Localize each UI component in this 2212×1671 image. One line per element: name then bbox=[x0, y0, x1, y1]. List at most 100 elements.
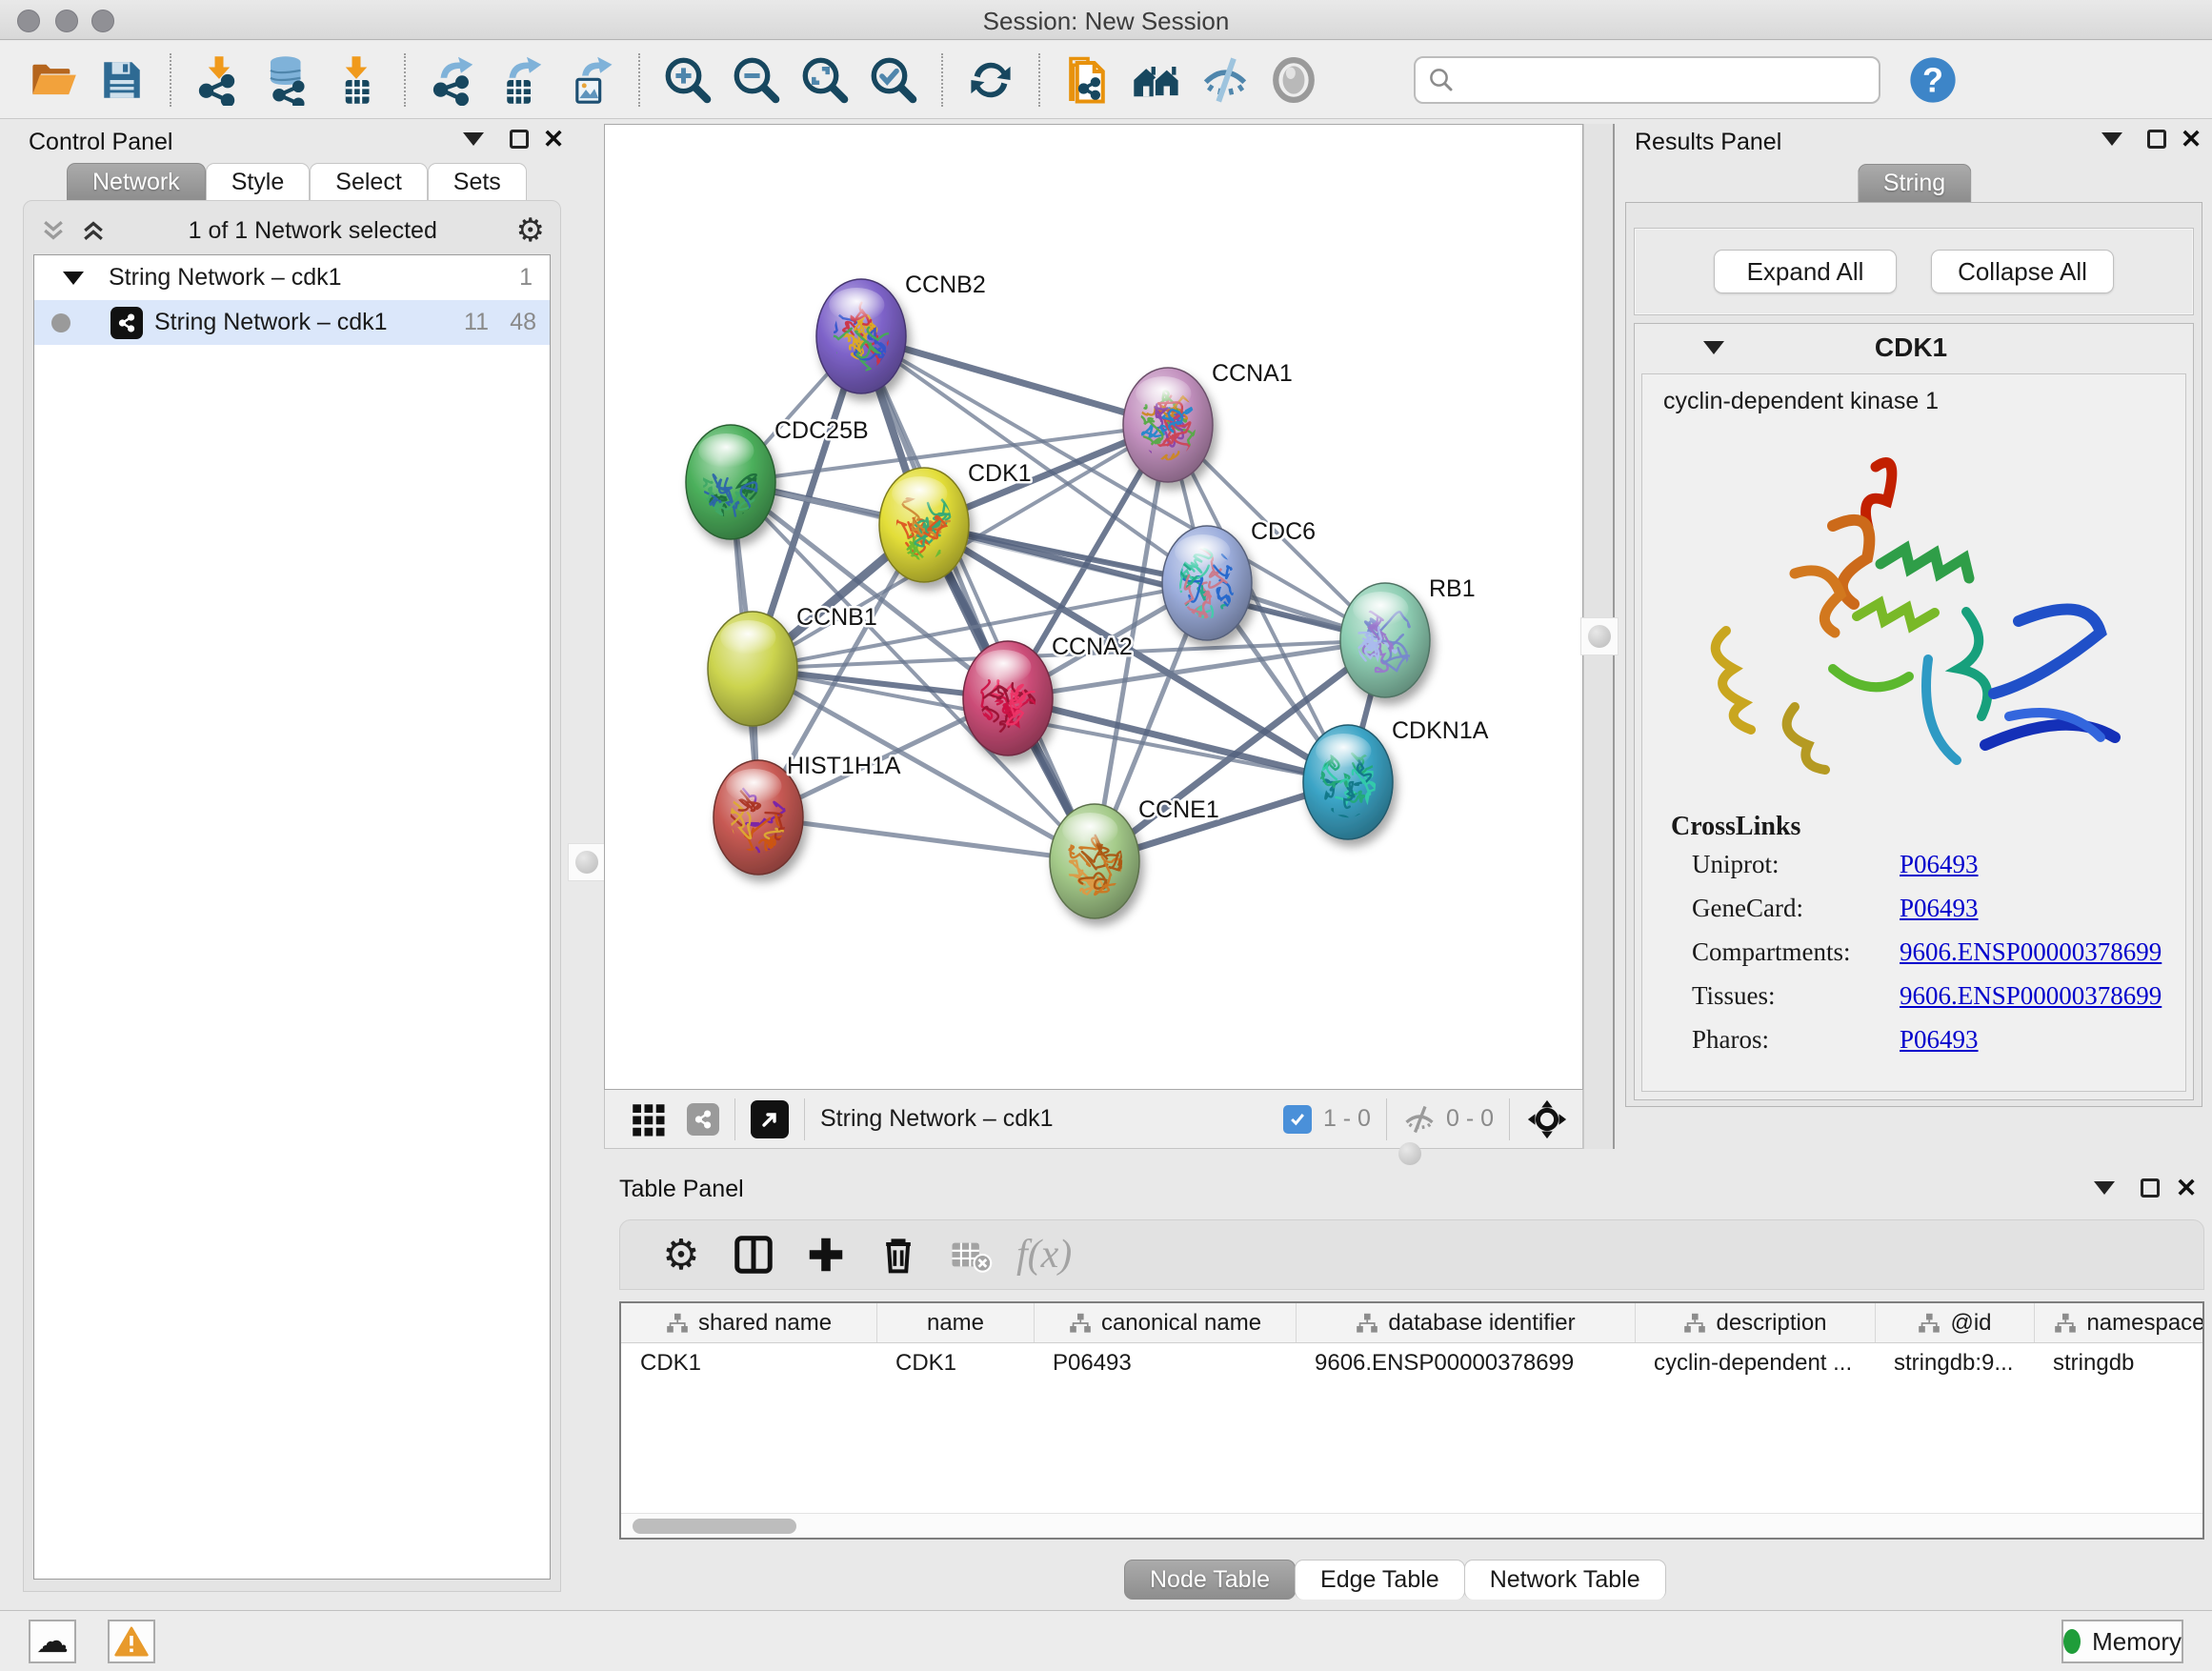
table-panel-close-button[interactable]: ✕ bbox=[2172, 1174, 2201, 1202]
delete-column-button[interactable] bbox=[872, 1228, 925, 1281]
crosslink-link[interactable]: P06493 bbox=[1900, 894, 1979, 923]
birdseye-view-button[interactable] bbox=[1266, 52, 1321, 108]
control-panel-menu-button[interactable] bbox=[459, 125, 488, 153]
export-table-button[interactable] bbox=[494, 52, 550, 108]
node-result-header[interactable]: CDK1 bbox=[1635, 324, 2193, 372]
table-cell[interactable]: cyclin-dependent ... bbox=[1635, 1343, 1875, 1383]
crosslink-link[interactable]: 9606.ENSP00000378699 bbox=[1900, 981, 2162, 1011]
memory-button[interactable]: Memory bbox=[2061, 1620, 2183, 1663]
collapse-all-button[interactable]: Collapse All bbox=[1931, 250, 2114, 293]
show-hide-graphics-button[interactable] bbox=[1197, 52, 1253, 108]
zoom-out-button[interactable] bbox=[729, 52, 784, 108]
selected-checkbox[interactable] bbox=[1283, 1105, 1312, 1134]
network-view-share-icon[interactable] bbox=[687, 1103, 719, 1136]
network-collection-row[interactable]: String Network – cdk1 1 bbox=[34, 255, 550, 300]
table-options-gear-icon[interactable]: ⚙ bbox=[654, 1228, 708, 1281]
tab-network[interactable]: Network bbox=[67, 163, 206, 201]
control-panel-close-button[interactable]: ✕ bbox=[539, 125, 568, 153]
tab-network-table[interactable]: Network Table bbox=[1464, 1560, 1666, 1600]
column-header-canonical-name[interactable]: canonical name bbox=[1034, 1303, 1296, 1342]
node-table[interactable]: shared namenamecanonical namedatabase id… bbox=[619, 1301, 2204, 1540]
show-columns-button[interactable] bbox=[727, 1228, 780, 1281]
column-header-namespace[interactable]: namespace bbox=[2034, 1303, 2204, 1342]
node-CDKN1A[interactable] bbox=[1303, 725, 1393, 839]
tab-node-table[interactable]: Node Table bbox=[1124, 1560, 1296, 1600]
node-RB1[interactable] bbox=[1340, 583, 1430, 697]
open-session-button[interactable] bbox=[26, 52, 81, 108]
table-cell[interactable]: P06493 bbox=[1034, 1343, 1296, 1383]
table-cell[interactable]: CDK1 bbox=[876, 1343, 1034, 1383]
import-table-button[interactable] bbox=[329, 52, 384, 108]
import-network-file-button[interactable] bbox=[191, 52, 247, 108]
left-splitter-handle[interactable] bbox=[568, 843, 606, 881]
create-column-button[interactable] bbox=[799, 1228, 853, 1281]
detach-view-button[interactable] bbox=[751, 1100, 789, 1138]
search-input[interactable] bbox=[1456, 67, 1867, 93]
tab-select[interactable]: Select bbox=[310, 163, 427, 201]
zoom-fit-button[interactable] bbox=[797, 52, 853, 108]
refresh-button[interactable] bbox=[963, 52, 1018, 108]
delete-table-button[interactable] bbox=[944, 1228, 997, 1281]
export-network-button[interactable] bbox=[426, 52, 481, 108]
help-button[interactable]: ? bbox=[1905, 52, 1961, 108]
edge-HIST1H1A-CCNE1[interactable] bbox=[758, 817, 1095, 861]
import-network-database-button[interactable] bbox=[260, 52, 315, 108]
zoom-in-button[interactable] bbox=[660, 52, 715, 108]
tab-string[interactable]: String bbox=[1858, 164, 1971, 202]
network-row[interactable]: String Network – cdk1 11 48 bbox=[34, 300, 550, 345]
save-session-button[interactable] bbox=[94, 52, 150, 108]
column-header-database-identifier[interactable]: database identifier bbox=[1296, 1303, 1635, 1342]
warnings-button[interactable] bbox=[108, 1620, 155, 1663]
tab-sets[interactable]: Sets bbox=[428, 163, 527, 201]
node-CCNE1[interactable] bbox=[1050, 804, 1139, 934]
crosslink-link[interactable]: 9606.ENSP00000378699 bbox=[1900, 937, 2162, 967]
node-CCNA1[interactable] bbox=[1120, 368, 1213, 482]
hidden-eye-icon[interactable] bbox=[1402, 1102, 1437, 1137]
export-image-button[interactable] bbox=[563, 52, 618, 108]
control-panel-float-button[interactable] bbox=[505, 125, 533, 153]
edge-CCNB2-CCNE1[interactable] bbox=[861, 336, 1095, 861]
tree-expand-caret-icon[interactable] bbox=[63, 272, 84, 285]
tab-edge-table[interactable]: Edge Table bbox=[1295, 1560, 1465, 1600]
column-header-description[interactable]: description bbox=[1635, 1303, 1875, 1342]
edge-CCNB2-CCNA1[interactable] bbox=[861, 336, 1168, 425]
grid-view-icon[interactable] bbox=[628, 1099, 668, 1139]
results-panel-menu-button[interactable] bbox=[2098, 125, 2126, 153]
table-row[interactable]: CDK1CDK1P064939606.ENSP00000378699cyclin… bbox=[621, 1343, 2202, 1383]
toolbar-separator bbox=[941, 53, 943, 107]
network-canvas[interactable]: CCNB2CCNA1CDC25BCDK1CDC6RB1CCNB1CCNA2CDK… bbox=[604, 124, 1583, 1090]
node-CDC6[interactable] bbox=[1156, 526, 1255, 640]
column-header-shared-name[interactable]: shared name bbox=[621, 1303, 876, 1342]
node-CDK1[interactable] bbox=[868, 468, 969, 594]
function-builder-button[interactable]: f(x) bbox=[1016, 1228, 1072, 1281]
expand-all-button[interactable]: Expand All bbox=[1714, 250, 1897, 293]
table-cell[interactable]: stringdb:9... bbox=[1875, 1343, 2034, 1383]
birdseye-toggle-icon[interactable] bbox=[1525, 1097, 1569, 1141]
right-splitter-handle[interactable] bbox=[1580, 617, 1619, 655]
table-cell[interactable]: 9606.ENSP00000378699 bbox=[1296, 1343, 1635, 1383]
table-horizontal-scrollbar[interactable] bbox=[621, 1513, 2202, 1538]
table-panel-float-button[interactable] bbox=[2136, 1174, 2164, 1202]
crosslink-link[interactable]: P06493 bbox=[1900, 850, 1979, 879]
home-networks-button[interactable] bbox=[1129, 52, 1184, 108]
open-network-in-browser-button[interactable] bbox=[1060, 52, 1116, 108]
results-panel-float-button[interactable] bbox=[2142, 125, 2171, 153]
node-CCNB1[interactable] bbox=[708, 612, 797, 726]
zoom-selected-button[interactable] bbox=[866, 52, 921, 108]
results-panel-close-button[interactable]: ✕ bbox=[2177, 125, 2205, 153]
cloud-status-button[interactable]: ☁ bbox=[29, 1620, 76, 1663]
table-cell[interactable]: CDK1 bbox=[621, 1343, 876, 1383]
network-options-gear-icon[interactable]: ⚙ bbox=[516, 211, 545, 250]
node-CDC25B[interactable] bbox=[686, 425, 775, 539]
column-header-name[interactable]: name bbox=[876, 1303, 1034, 1342]
bottom-splitter-handle[interactable] bbox=[1389, 1141, 1431, 1166]
crosslink-link[interactable]: P06493 bbox=[1900, 1025, 1979, 1055]
collapse-all-icon[interactable] bbox=[37, 216, 70, 245]
table-panel-menu-button[interactable] bbox=[2090, 1174, 2119, 1202]
tab-style[interactable]: Style bbox=[206, 163, 311, 201]
column-header--id[interactable]: @id bbox=[1875, 1303, 2034, 1342]
network-graph[interactable]: CCNB2CCNA1CDC25BCDK1CDC6RB1CCNB1CCNA2CDK… bbox=[605, 125, 1582, 1089]
table-cell[interactable]: stringdb bbox=[2034, 1343, 2204, 1383]
expand-all-icon[interactable] bbox=[77, 216, 110, 245]
scrollbar-thumb[interactable] bbox=[633, 1519, 796, 1534]
